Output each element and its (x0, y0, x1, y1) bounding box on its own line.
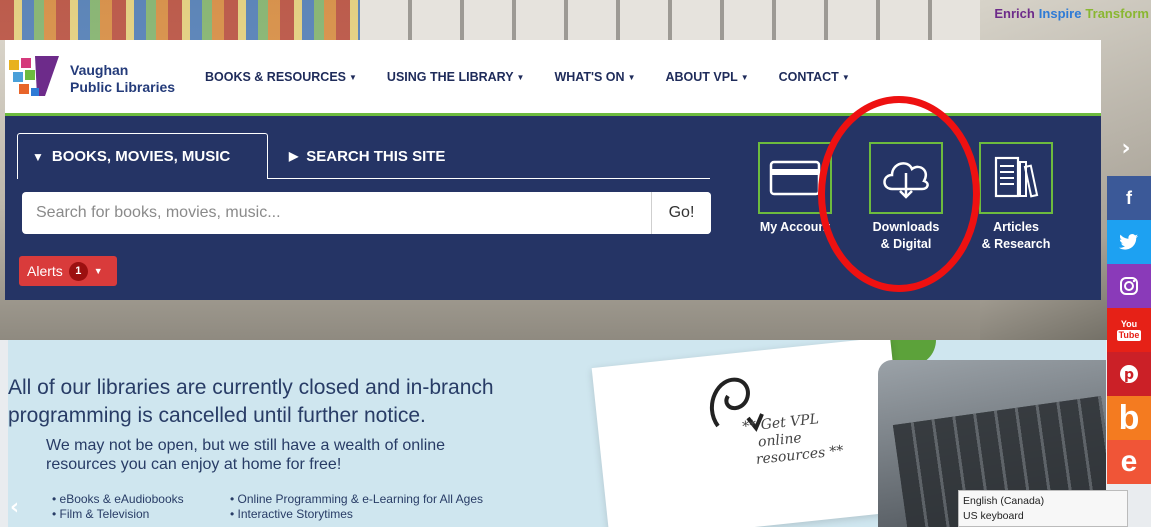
annotation-circle (818, 96, 980, 292)
qa-label-line1: Articles (993, 220, 1039, 234)
alerts-label: Alerts (27, 263, 63, 279)
carousel-prev-icon[interactable]: ‹ (10, 495, 19, 520)
tab-search-this-site[interactable]: ▶ SEARCH THIS SITE (275, 133, 475, 179)
twitter-icon[interactable] (1107, 220, 1151, 264)
nav-books-resources[interactable]: BOOKS & RESOURCES ▼ (205, 70, 357, 84)
caret-down-icon: ▼ (516, 72, 525, 82)
nav-label: USING THE LIBRARY (386, 70, 514, 84)
eventbrite-icon[interactable]: e (1107, 440, 1151, 484)
qa-label-line2: & Research (981, 237, 1051, 251)
logo-line2: Public Libraries (70, 79, 176, 95)
articles-icon (979, 142, 1053, 214)
main-nav: BOOKS & RESOURCES ▼ USING THE LIBRARY ▼ WH… (205, 70, 880, 84)
nav-label: ABOUT VPL (665, 70, 738, 84)
search-input[interactable] (22, 192, 651, 234)
facebook-icon[interactable]: f (1107, 176, 1151, 220)
banner-headline: All of our libraries are currently close… (8, 374, 494, 430)
search-box: Go! (22, 192, 711, 234)
kbd-line1: English (Canada) (963, 495, 1045, 507)
list-item: • Interactive Storytimes (230, 507, 353, 521)
logo-text[interactable]: Vaughan Public Libraries (70, 62, 175, 96)
windows-photo (360, 0, 980, 40)
tab-label: SEARCH THIS SITE (306, 147, 446, 165)
vpl-logo-icon[interactable] (9, 56, 65, 104)
resource-list-col1: • eBooks & eAudiobooks • Film & Televisi… (52, 492, 184, 522)
list-item: • eBooks & eAudiobooks (52, 492, 184, 506)
chevron-right-icon[interactable]: › (1109, 128, 1143, 168)
caret-down-icon: ▼ (349, 72, 357, 82)
pinterest-icon[interactable]: p (1107, 352, 1151, 396)
go-button[interactable]: Go! (651, 192, 711, 234)
keyboard-language-popup: English (Canada) US keyboard (958, 490, 1128, 527)
sub-line2: resources you can enjoy at home for free… (46, 456, 342, 473)
headline-line2: programming is cancelled until further n… (8, 404, 426, 427)
site-header: Vaughan Public Libraries BOOKS & RESOURC… (5, 40, 1101, 116)
alerts-count-badge: 1 (68, 261, 88, 281)
triangle-down-icon: ▼ (32, 149, 44, 164)
list-item: • Online Programming & e-Learning for Al… (230, 492, 483, 506)
kbd-line2: US keyboard (963, 510, 1024, 522)
instagram-icon[interactable] (1107, 264, 1151, 308)
tagline-enrich: Enrich (994, 6, 1035, 21)
svg-text:p: p (1124, 367, 1134, 383)
tab-divider (267, 178, 710, 179)
caret-down-icon: ▼ (93, 266, 103, 276)
tagline-transform: Transform (1085, 6, 1149, 21)
list-item: • Film & Television (52, 507, 150, 521)
headline-line1: All of our libraries are currently close… (8, 376, 494, 399)
nav-label: BOOKS & RESOURCES (205, 70, 346, 84)
youtube-icon[interactable]: You Tube (1107, 308, 1151, 352)
caret-down-icon: ▼ (740, 72, 749, 82)
tagline: Enrich Inspire Transform (990, 6, 1149, 21)
tagline-inspire: Inspire (1038, 6, 1082, 21)
nav-using-the-library[interactable]: USING THE LIBRARY ▼ (387, 70, 525, 84)
resource-list-col2: • Online Programming & e-Learning for Al… (230, 492, 483, 522)
triangle-right-icon: ▶ (289, 149, 299, 163)
get-vpl-note: ** Get VPL online resources ** (742, 409, 845, 470)
bookshelves-photo (0, 0, 360, 40)
sub-line1: We may not be open, but we still have a … (46, 437, 446, 454)
caret-down-icon: ▼ (627, 72, 636, 82)
covid-closure-banner[interactable]: ** Get VPL online resources ** All of ou… (8, 340, 1106, 527)
alerts-button[interactable]: Alerts 1 ▼ (19, 256, 117, 286)
social-sidebar: f You Tube p b e (1107, 176, 1151, 484)
logo-line1: Vaughan (70, 62, 129, 78)
bibliocommons-icon[interactable]: b (1107, 396, 1151, 440)
nav-whats-on[interactable]: WHAT'S ON ▼ (554, 70, 635, 84)
tab-label: BOOKS, MOVIES, MUSIC (51, 148, 231, 165)
nav-contact[interactable]: CONTACT ▼ (779, 70, 850, 84)
nav-about-vpl[interactable]: ABOUT VPL ▼ (665, 70, 748, 84)
banner-subheadline: We may not be open, but we still have a … (46, 436, 445, 474)
caret-down-icon: ▼ (841, 72, 850, 82)
articles-research-link[interactable]: Articles & Research (979, 142, 1053, 253)
nav-label: WHAT'S ON (554, 70, 625, 84)
tab-books-movies-music[interactable]: ▼ BOOKS, MOVIES, MUSIC (17, 133, 268, 179)
nav-label: CONTACT (778, 70, 839, 84)
